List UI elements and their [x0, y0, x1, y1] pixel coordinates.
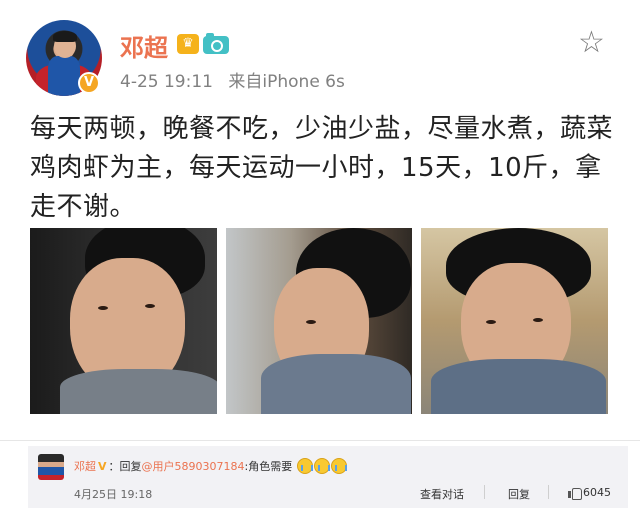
author-name[interactable]: 邓超: [120, 28, 168, 63]
crying-emoji-icon: [296, 458, 313, 474]
reply-link[interactable]: 回复: [508, 486, 530, 502]
verified-v-icon: V: [98, 460, 107, 473]
photo-eye: [486, 320, 496, 324]
photo-eye: [533, 318, 543, 322]
comment-item: 邓超 V ：回复@用户5890307184:角色需要 4月25日 19:18 查看对…: [28, 446, 628, 508]
weibo-post: V 邓超 ♛ 4-25 19:11 来自iPhone 6s ☆ 每天两顿，晚餐不…: [0, 0, 640, 440]
post-source[interactable]: 来自iPhone 6s: [228, 72, 344, 92]
crown-icon[interactable]: ♛: [177, 34, 199, 54]
comment-text: :角色需要: [244, 460, 293, 473]
photo-eye: [145, 304, 155, 308]
photo-shirt: [431, 359, 606, 414]
crying-emoji-icon: [330, 458, 347, 474]
post-timestamp[interactable]: 4-25 19:11: [120, 72, 213, 92]
comment-text-line: 邓超 V ：回复@用户5890307184:角色需要: [74, 458, 347, 474]
avatar-suit: [48, 56, 80, 96]
comment-timestamp: 4月25日 19:18: [74, 488, 153, 501]
post-photo-3[interactable]: [421, 228, 608, 414]
star-icon[interactable]: ☆: [578, 28, 605, 58]
view-conversation-link[interactable]: 查看对话: [420, 486, 464, 502]
verified-badge-icon: V: [78, 72, 100, 94]
reply-prefix: ：回复: [108, 460, 142, 473]
post-photo-2[interactable]: [226, 228, 412, 414]
thumbs-up-icon: [568, 486, 582, 500]
action-separator: [484, 485, 485, 499]
action-separator: [548, 485, 549, 499]
comment-avatar[interactable]: [38, 454, 64, 480]
photo-eye: [98, 306, 108, 310]
photo-shirt: [60, 369, 217, 414]
divider: [0, 440, 640, 441]
crying-emoji-icon: [313, 458, 330, 474]
like-count: 6045: [583, 486, 611, 499]
mention-link[interactable]: @用户5890307184: [142, 460, 245, 473]
post-body: 每天两顿，晚餐不吃，少油少盐，尽量水煮，蔬菜鸡肉虾为主，每天运动一小时，15天，…: [30, 114, 614, 222]
camera-icon[interactable]: [203, 33, 229, 54]
comment-author[interactable]: 邓超: [74, 460, 96, 473]
photo-shirt: [261, 354, 411, 414]
post-meta: 4-25 19:11 来自iPhone 6s: [120, 67, 345, 92]
like-button[interactable]: 6045: [568, 486, 611, 500]
post-photo-1[interactable]: [30, 228, 217, 414]
avatar-hair: [53, 31, 77, 42]
photo-eye: [306, 320, 316, 324]
